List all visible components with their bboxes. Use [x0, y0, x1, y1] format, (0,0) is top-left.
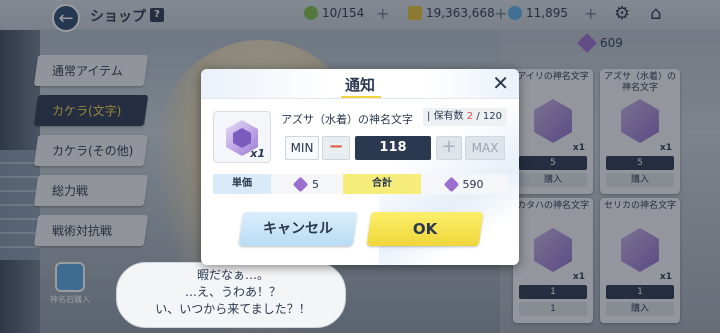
unit-price: 5	[271, 174, 343, 194]
dialog-title: 通知	[344, 76, 375, 94]
owned-max: / 120	[476, 111, 502, 122]
increment-button[interactable]: +	[436, 136, 462, 160]
ok-button[interactable]: OK	[366, 212, 484, 246]
dialog-header: 通知 ✕	[201, 69, 519, 99]
price-row: 単価 5 合計 590	[213, 174, 508, 194]
item-name: アズサ（水着）の神名文字	[281, 113, 413, 126]
currency-icon	[443, 176, 459, 192]
total-label: 合計	[343, 174, 421, 194]
owned-count: | 保有数 2 / 120	[423, 108, 507, 126]
unit-price-label: 単価	[213, 174, 271, 194]
cancel-button[interactable]: キャンセル	[238, 212, 358, 246]
ok-label: OK	[412, 220, 438, 238]
quantity-display: 118	[355, 136, 431, 160]
speech-line: い、いつから来てました？！	[155, 302, 311, 316]
speech-line: 暇だなぁ…。	[196, 268, 269, 282]
total-price: 590	[421, 174, 508, 194]
decrement-button[interactable]: −	[322, 136, 350, 160]
purchase-dialog: 通知 ✕ x1 アズサ（水着）の神名文字 | 保有数 2 / 120 MIN −…	[201, 69, 519, 265]
speech-bubble: 暇だなぁ…。 …え、うわあ！？ い、いつから来てました？！	[116, 262, 346, 328]
owned-label: 保有数	[433, 111, 464, 122]
title-underline	[341, 96, 381, 98]
owned-current: 2	[466, 111, 474, 122]
cancel-label: キャンセル	[263, 221, 333, 237]
close-icon[interactable]: ✕	[492, 71, 509, 95]
item-thumbnail: x1	[213, 111, 271, 163]
min-button[interactable]: MIN	[285, 136, 319, 160]
item-count: x1	[250, 147, 265, 160]
speech-line: …え、うわあ！？	[184, 285, 281, 299]
unit-price-value: 5	[312, 177, 319, 191]
max-button[interactable]: MAX	[465, 136, 505, 160]
total-value: 590	[462, 177, 484, 191]
currency-icon	[292, 176, 309, 192]
